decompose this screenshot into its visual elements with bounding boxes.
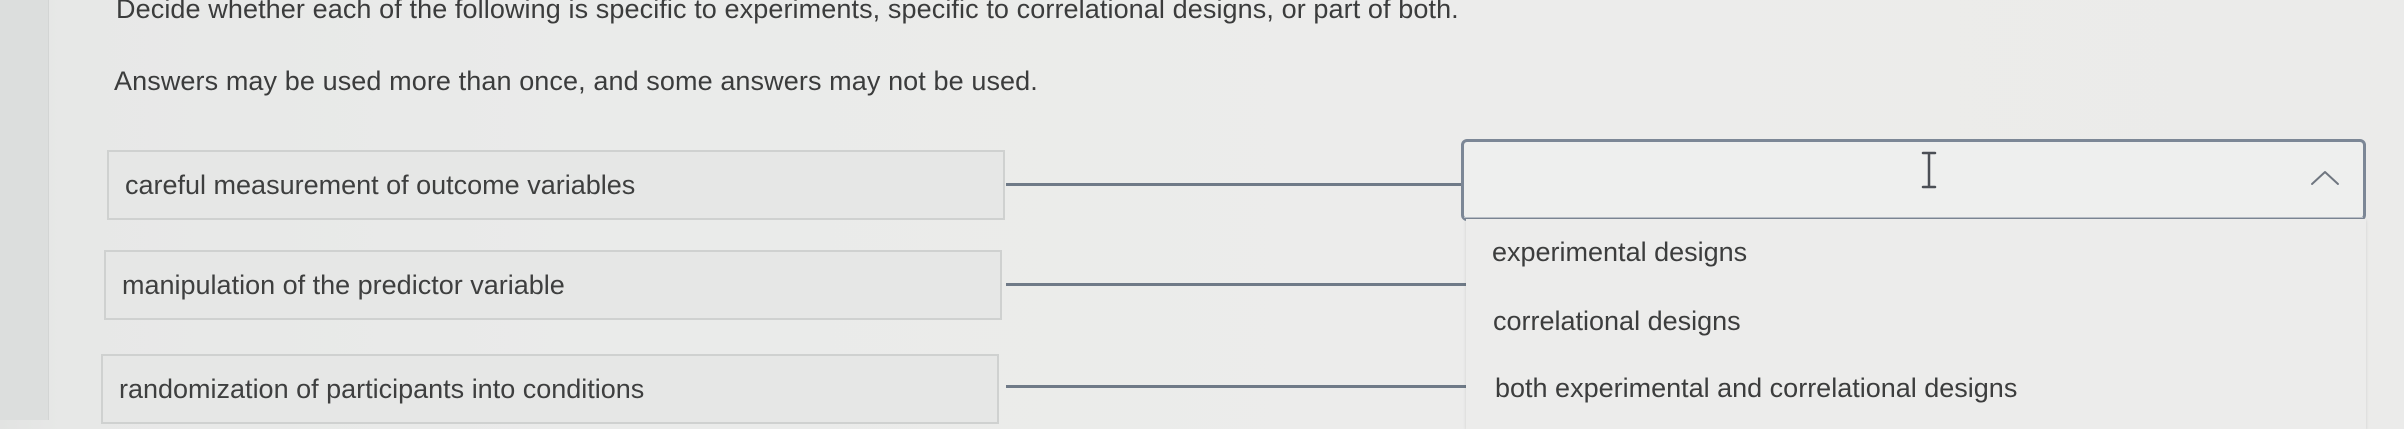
- option-experimental[interactable]: experimental designs: [1492, 237, 1747, 268]
- page-left-gutter: [0, 0, 49, 420]
- instruction-note: Answers may be used more than once, and …: [114, 66, 1038, 96]
- match-prompt-measurement: careful measurement of outcome variables: [107, 150, 1005, 220]
- prompt-label: careful measurement of outcome variables: [125, 169, 636, 200]
- answer-dropdown-menu: experimental designs correlational desig…: [1466, 219, 2366, 429]
- select-divider: [1464, 217, 2363, 218]
- match-prompt-manipulation: manipulation of the predictor variable: [104, 250, 1002, 320]
- text-cursor-icon: [1921, 151, 1937, 189]
- answer-select[interactable]: [1461, 139, 2366, 221]
- connector-line: [1006, 385, 1468, 388]
- option-both[interactable]: both experimental and correlational desi…: [1495, 373, 2017, 404]
- chevron-up-icon[interactable]: [2309, 168, 2341, 188]
- prompt-label: randomization of participants into condi…: [119, 373, 645, 404]
- prompt-label: manipulation of the predictor variable: [122, 269, 565, 300]
- connector-line: [1006, 183, 1468, 186]
- connector-line: [1006, 283, 1468, 286]
- option-correlational[interactable]: correlational designs: [1493, 306, 1741, 337]
- instruction-text: Decide whether each of the following is …: [116, 0, 1459, 24]
- match-prompt-randomization: randomization of participants into condi…: [101, 354, 999, 424]
